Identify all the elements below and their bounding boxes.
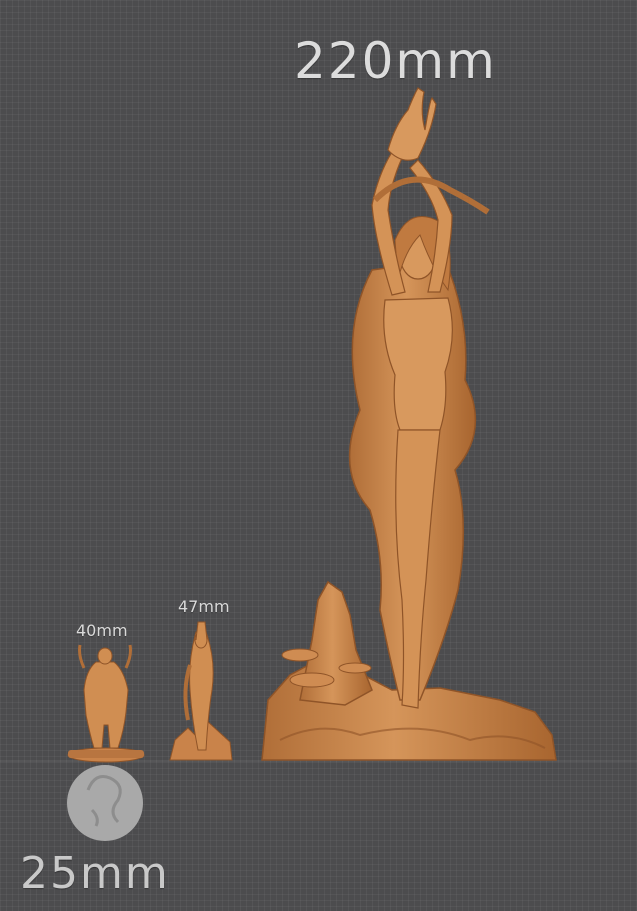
- base-disc-25mm: [67, 765, 143, 841]
- scale-comparison-canvas: { "labels": { "large": "220mm", "medium"…: [0, 0, 637, 911]
